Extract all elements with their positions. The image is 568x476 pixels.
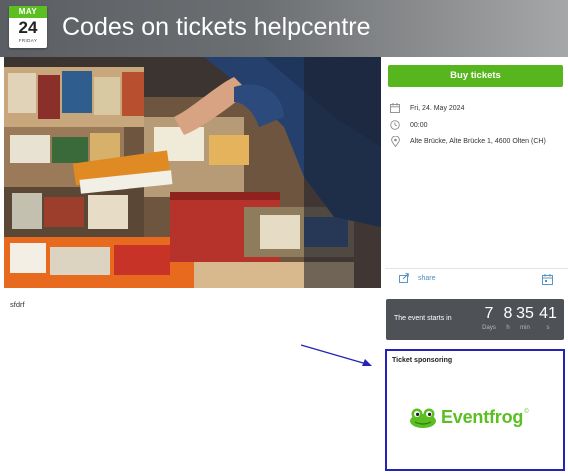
countdown-minutes: 35 min [514,304,536,333]
share-button[interactable]: share [399,273,436,283]
event-time: 00:00 [410,121,428,129]
event-location: Alte Brücke, Alte Brücke 1, 4600 Olten (… [410,137,546,145]
countdown-days-value: 7 [484,305,494,322]
eventfrog-logo[interactable]: Eventfrog © [409,407,529,428]
date-badge-day: 24 [18,18,38,37]
share-label: share [418,274,436,282]
countdown-seconds: 41 s [537,304,559,333]
event-header: MAY 24 FRIDAY Codes on tickets helpcentr… [0,0,568,57]
event-description: sfdrf [10,300,25,309]
date-badge: MAY 24 FRIDAY [9,6,47,48]
countdown-days: 7 Days [482,304,496,333]
eventfrog-logo-mark: © [524,409,529,415]
sponsor-title: Ticket sponsoring [392,357,453,364]
countdown-box: The event starts in 7 Days 8 h 35 min 41… [386,299,564,340]
share-icon [399,273,409,283]
countdown-seconds-value: 41 [539,305,557,322]
countdown-seconds-label: s [546,325,550,331]
panel-divider [385,268,568,269]
countdown-minutes-value: 35 [516,305,534,322]
countdown-minutes-label: min [520,325,530,331]
event-location-row[interactable]: Alte Brücke, Alte Brücke 1, 4600 Olten (… [389,135,546,147]
event-image [4,57,381,288]
event-date: Fri, 24. May 2024 [410,104,465,112]
countdown-hours: 8 h [501,304,515,333]
countdown-label: The event starts in [394,315,452,322]
event-time-row: 00:00 [389,119,428,131]
clock-icon [389,119,401,131]
frog-logo-icon [410,408,436,428]
date-badge-month: MAY [9,6,47,18]
map-pin-icon [389,135,401,147]
page-title: Codes on tickets helpcentre [62,13,371,41]
countdown-hours-value: 8 [503,305,513,322]
calendar-icon [389,102,401,114]
event-date-row: Fri, 24. May 2024 [389,102,464,114]
calendar-add-icon[interactable] [542,272,554,285]
event-info-panel: Buy tickets Fri, 24. May 2024 00:00 Alte… [385,57,568,288]
buy-tickets-button[interactable]: Buy tickets [388,65,563,87]
ticket-sponsoring-box: Ticket sponsoring Eventfrog © [385,349,565,471]
eventfrog-logo-text: Eventfrog [441,407,524,427]
date-badge-weekday: FRIDAY [18,38,38,43]
countdown-hours-label: h [506,325,510,331]
annotation-arrow [300,344,372,366]
countdown-days-label: Days [482,325,496,331]
